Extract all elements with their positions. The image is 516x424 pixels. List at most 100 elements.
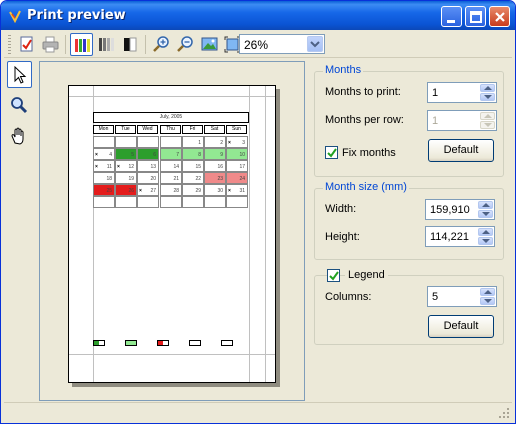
columns-spinner[interactable]: 5 [427, 286, 497, 307]
printer-icon[interactable] [39, 33, 62, 56]
months-per-row-spinner[interactable]: 1 [427, 110, 497, 131]
calendar-day-cell [226, 196, 248, 208]
legend-swatch [93, 340, 105, 346]
calendar-day-cell [182, 196, 204, 208]
spin-down-button[interactable] [478, 237, 493, 245]
spin-down-button[interactable] [480, 297, 495, 305]
months-group-title: Months [323, 64, 364, 76]
pointer-tool-button[interactable] [7, 61, 32, 88]
spin-up-button[interactable] [480, 288, 495, 296]
spin-down-button[interactable] [480, 121, 495, 129]
calendar-day-number: 16 [217, 164, 223, 170]
close-button[interactable] [489, 6, 510, 27]
legend-swatch [125, 340, 137, 346]
fix-months-label: Fix months [342, 147, 396, 159]
calendar-day-number: 11 [106, 164, 112, 170]
spin-down-button[interactable] [478, 210, 493, 218]
spin-down-button[interactable] [480, 93, 495, 101]
legend-checkbox[interactable] [327, 269, 340, 282]
calendar-day-cell: 9 [204, 148, 226, 160]
toolbar-grip[interactable] [8, 35, 11, 54]
color-mode-icon[interactable] [70, 33, 93, 56]
calendar-day-number: 6 [153, 152, 156, 158]
calendar-day-number: 24 [239, 176, 245, 182]
spin-up-button[interactable] [480, 84, 495, 92]
zoom-select[interactable]: 26% [239, 34, 325, 54]
magnifier-tool-button[interactable] [7, 92, 32, 119]
calendar-day-cell: × 3 [226, 136, 248, 148]
bw-mode-icon[interactable] [119, 33, 142, 56]
zoom-value: 26% [244, 38, 269, 52]
spin-up-button[interactable] [478, 228, 493, 236]
day-name: Thu [160, 125, 181, 134]
pointer-icon [14, 66, 27, 84]
width-spinner[interactable]: 159,910 [425, 199, 495, 220]
calendar-day-cell: 5 [115, 148, 137, 160]
columns-value: 5 [432, 291, 439, 303]
margin-line [69, 96, 275, 97]
calendar-day-cell: 17 [226, 160, 248, 172]
legend-swatch [157, 340, 169, 346]
day-name: Sun [226, 125, 247, 134]
legend-default-button[interactable]: Default [428, 315, 494, 338]
calendar-day-number: 19 [128, 176, 134, 182]
calendar-day-number: 18 [106, 176, 112, 182]
preview-area[interactable]: July, 2005 Mon Tue Wed Thu Fri Sat Sun 1… [39, 61, 305, 401]
calendar-day-cell: 1 [182, 136, 204, 148]
calendar-day-number: 21 [173, 176, 179, 182]
calendar-day-cell: 14 [160, 160, 182, 172]
calendar-day-number: 2 [220, 140, 223, 146]
calendar-day-number: 4 [109, 152, 112, 158]
minimize-button[interactable] [441, 6, 462, 27]
chevron-down-icon[interactable] [307, 36, 323, 52]
calendar-day-cell: 30 [204, 184, 226, 196]
zoom-out-icon[interactable] [174, 33, 197, 56]
calendar-day-cell: 6 [137, 148, 159, 160]
spin-up-button[interactable] [480, 112, 495, 120]
calendar-day-cell: 22 [182, 172, 204, 184]
calendar-day-cell: 8 [182, 148, 204, 160]
day-name: Sat [204, 125, 225, 134]
magnifier-icon [11, 97, 28, 114]
months-to-print-label: Months to print: [325, 86, 401, 98]
zoom-in-icon[interactable] [150, 33, 173, 56]
size-grip-icon[interactable] [498, 407, 510, 419]
mark-icon: × [95, 152, 98, 158]
title-bar[interactable]: Print preview [1, 1, 515, 30]
gray-mode-icon[interactable] [95, 33, 118, 56]
months-default-button[interactable]: Default [428, 139, 494, 162]
calendar-day-cell: 23 [204, 172, 226, 184]
print-preview-window: Print preview 26% July, 2005 Mon Tue Wed… [0, 0, 516, 424]
calendar-day-number: 27 [150, 188, 156, 194]
calendar-day-cell [137, 136, 159, 148]
hand-icon [11, 127, 24, 145]
print-settings-icon[interactable] [15, 33, 38, 56]
calendar-day-number: 17 [239, 164, 245, 170]
fit-image-icon[interactable] [198, 33, 221, 56]
months-to-print-spinner[interactable]: 1 [427, 82, 497, 103]
month-size-group: Month size (mm) Width: 159,910 Height: 1… [314, 181, 504, 260]
fix-months-checkbox[interactable] [325, 146, 338, 159]
calendar-day-cell: × 27 [137, 184, 159, 196]
maximize-button[interactable] [465, 6, 486, 27]
calendar-day-number: 29 [195, 188, 201, 194]
calendar-day-number: 1 [198, 140, 201, 146]
calendar-day-cell: 10 [226, 148, 248, 160]
checkmark-icon [329, 271, 339, 281]
calendar-day-cell: 26 [115, 184, 137, 196]
calendar-day-number: 22 [195, 176, 201, 182]
mark-icon: × [139, 188, 142, 194]
width-label: Width: [325, 203, 357, 215]
status-bar [4, 402, 512, 421]
spin-up-button[interactable] [478, 201, 493, 209]
legend-swatch [221, 340, 233, 346]
toolbar-separator [65, 35, 66, 54]
calendar-day-cell: × 4 [93, 148, 115, 160]
hand-tool-button[interactable] [7, 123, 32, 150]
mark-icon: × [228, 140, 231, 146]
calendar-day-number: 7 [176, 152, 179, 158]
calendar-day-cell [93, 136, 115, 148]
height-spinner[interactable]: 114,221 [425, 226, 495, 247]
preview-canvas: July, 2005 Mon Tue Wed Thu Fri Sat Sun 1… [40, 62, 304, 400]
months-group: Months Months to print: 1 Months per row… [314, 64, 504, 177]
